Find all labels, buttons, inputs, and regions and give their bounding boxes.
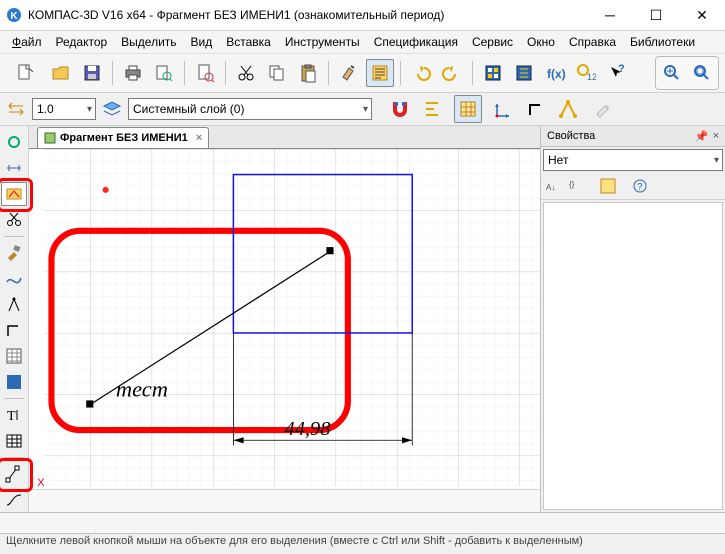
corner-button[interactable] (1, 319, 27, 343)
menu-select[interactable]: Выделить (115, 33, 182, 51)
menu-window[interactable]: Окно (521, 33, 561, 51)
menu-editor[interactable]: Редактор (50, 33, 114, 51)
help-arrow-button[interactable]: ? (603, 59, 631, 87)
align-button[interactable] (418, 95, 446, 123)
copy-button[interactable] (263, 59, 291, 87)
pin-icon[interactable]: 📌 (695, 130, 709, 143)
menu-bar: Файл Редактор Выделить Вид Вставка Инстр… (0, 31, 725, 54)
svg-text:?: ? (618, 63, 625, 75)
properties-title: Свойства (547, 130, 595, 142)
doc-settings-button[interactable] (191, 59, 219, 87)
menu-tools[interactable]: Инструменты (279, 33, 366, 51)
redo-button[interactable] (438, 59, 466, 87)
maximize-button[interactable]: ☐ (633, 0, 679, 30)
close-button[interactable]: ✕ (679, 0, 725, 30)
coord-button[interactable] (490, 95, 518, 123)
minimize-button[interactable]: ─ (587, 0, 633, 30)
dimension-mode-button[interactable] (1, 156, 27, 180)
props-sort-az-button[interactable]: A↓ (545, 177, 563, 195)
style-toolbar: 1.0 Системный слой (0) (0, 93, 725, 126)
save-button[interactable] (78, 59, 106, 87)
paste-button[interactable] (294, 59, 322, 87)
tab-fragment-1[interactable]: Фрагмент БЕЗ ИМЕНИ1 × (37, 127, 209, 148)
edit-hammer-button[interactable] (1, 241, 27, 265)
text-button[interactable]: T (1, 403, 27, 427)
status-bar: Щелкните левой кнопкой мыши на объекте д… (0, 533, 725, 554)
node-selection-button[interactable] (1, 462, 27, 486)
select-mode-button[interactable] (1, 130, 27, 154)
property-input-bar[interactable] (29, 489, 540, 512)
dimension-text: 44,98 (284, 418, 330, 440)
layers-button[interactable] (100, 97, 124, 121)
undo-button[interactable] (407, 59, 435, 87)
menu-insert[interactable]: Вставка (220, 33, 277, 51)
properties-object-combo[interactable]: Нет (543, 149, 723, 171)
menu-help[interactable]: Справка (563, 33, 622, 51)
table-sheet-button[interactable] (1, 344, 27, 368)
svg-text:A↓: A↓ (546, 183, 555, 192)
arc-compass-button[interactable] (1, 293, 27, 317)
new-document-button[interactable] (6, 59, 44, 87)
table-tool-button[interactable] (1, 429, 27, 453)
measure-button[interactable]: 12 (572, 59, 600, 87)
menu-file[interactable]: Файл (6, 33, 48, 51)
svg-text:{}: {} (569, 180, 575, 189)
parametric-button[interactable] (554, 95, 582, 123)
document-tabs: Фрагмент БЕЗ ИМЕНИ1 × (29, 126, 540, 149)
cut-curve-button[interactable] (1, 208, 27, 232)
print-button[interactable] (119, 59, 147, 87)
format-brush-button[interactable] (335, 59, 363, 87)
axis-x-marker: X (37, 477, 45, 489)
properties-panel-button[interactable] (366, 59, 394, 87)
tab-close-button[interactable]: × (196, 132, 202, 144)
spline-button[interactable] (1, 267, 27, 291)
menu-view[interactable]: Вид (185, 33, 219, 51)
grid-button[interactable] (454, 95, 482, 123)
title-bar: K КОМПАС-3D V16 x64 - Фрагмент БЕЗ ИМЕНИ… (0, 0, 725, 31)
window-title: КОМПАС-3D V16 x64 - Фрагмент БЕЗ ИМЕНИ1 … (28, 8, 587, 22)
canvas-text: тест (116, 376, 168, 401)
open-button[interactable] (47, 59, 75, 87)
props-categorize-button[interactable]: {} (567, 177, 585, 195)
fragment-icon (44, 132, 56, 144)
panel-close-button[interactable]: × (713, 130, 719, 142)
fx-button[interactable]: f(x) (541, 59, 569, 87)
blue-frame-button[interactable] (1, 370, 27, 394)
props-help-button[interactable]: ? (631, 177, 649, 195)
left-toolbar-1: T (0, 126, 29, 512)
svg-text:?: ? (637, 182, 643, 193)
cut-button[interactable] (232, 59, 260, 87)
sketch-button[interactable] (590, 95, 618, 123)
drawing-canvas[interactable]: тест 44,98 X (29, 149, 540, 489)
app-icon: K (6, 7, 22, 23)
svg-text:12: 12 (587, 72, 596, 82)
tab-label: Фрагмент БЕЗ ИМЕНИ1 (60, 132, 188, 144)
auto-dim-button[interactable] (1, 182, 27, 206)
menu-libraries[interactable]: Библиотеки (624, 33, 701, 51)
properties-panel: Свойства 📌 × Нет A↓ {} ? (540, 126, 725, 512)
svg-text:T: T (7, 409, 16, 424)
curve-tool-button[interactable] (1, 488, 27, 512)
command-panel[interactable] (0, 512, 725, 533)
main-toolbar: f(x) 12 ? (0, 54, 725, 93)
props-show-button[interactable] (599, 177, 617, 195)
variables-button[interactable] (510, 59, 538, 87)
zoom-in-button[interactable] (658, 59, 686, 87)
line-weight-combo[interactable]: 1.0 (32, 98, 96, 120)
menu-service[interactable]: Сервис (466, 33, 519, 51)
menu-spec[interactable]: Спецификация (368, 33, 464, 51)
print-preview-button[interactable] (150, 59, 178, 87)
line-style-button[interactable] (4, 97, 28, 121)
snap-magnet-button[interactable] (386, 95, 414, 123)
ortho-button[interactable] (522, 95, 550, 123)
properties-grid[interactable] (543, 202, 723, 510)
svg-text:f(x): f(x) (547, 67, 565, 81)
library-manager-button[interactable] (479, 59, 507, 87)
svg-text:K: K (10, 11, 18, 22)
zoom-frame-button[interactable] (688, 59, 716, 87)
layer-combo[interactable]: Системный слой (0) (128, 98, 372, 120)
